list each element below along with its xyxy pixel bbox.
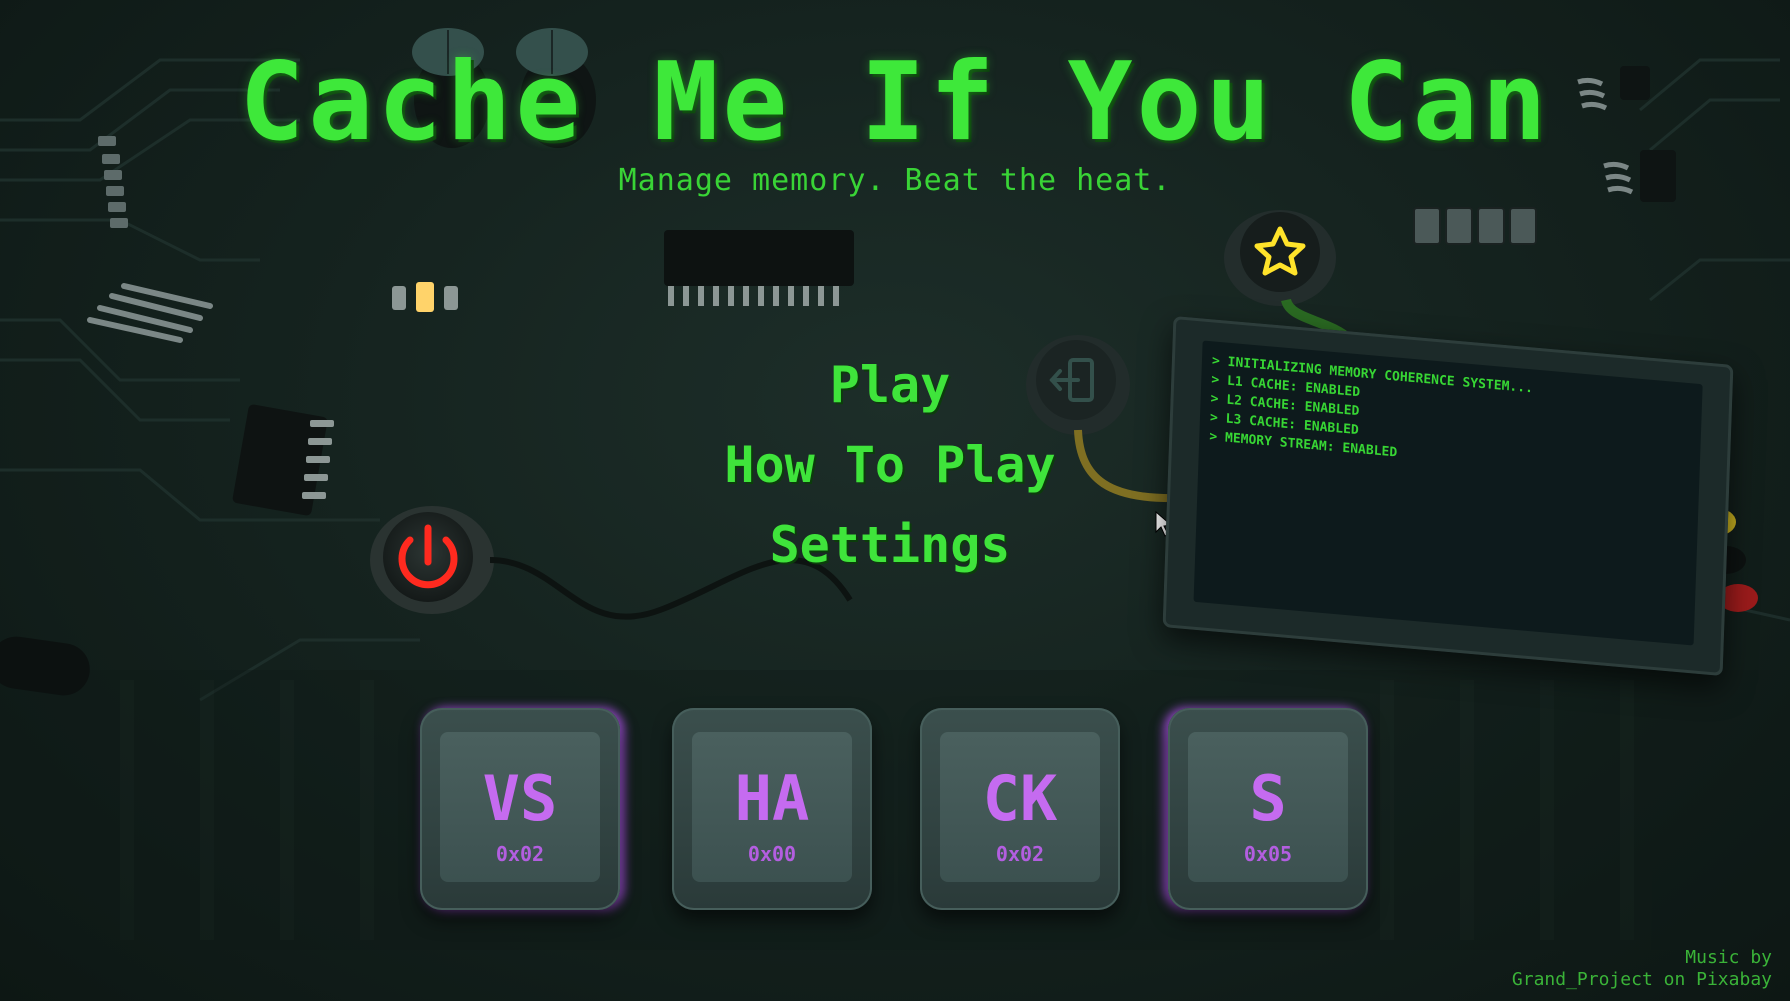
menu-how-to-play-button[interactable]: How To Play (690, 425, 1090, 505)
key-face: S 0x05 (1188, 732, 1348, 882)
memory-chip (664, 230, 854, 306)
ic-chip (232, 404, 334, 516)
led-indicator (392, 282, 458, 312)
terminal-screen: > INITIALIZING MEMORY COHERENCE SYSTEM..… (1193, 340, 1703, 646)
power-button[interactable] (370, 506, 494, 614)
key-face: CK 0x02 (940, 732, 1100, 882)
star-button[interactable] (1224, 210, 1336, 306)
music-credits: Music by Grand_Project on Pixabay (1512, 947, 1772, 991)
key-label: HA (734, 762, 810, 835)
key-face: VS 0x02 (440, 732, 600, 882)
key-ck[interactable]: CK 0x02 (920, 708, 1120, 910)
key-label: S (1249, 762, 1287, 835)
key-hex-value: 0x02 (495, 842, 545, 866)
credits-line: Music by (1685, 947, 1772, 968)
key-vs[interactable]: VS 0x02 (420, 708, 620, 910)
key-s[interactable]: S 0x05 (1168, 708, 1368, 910)
main-menu: Play How To Play Settings (690, 345, 1090, 585)
key-ha[interactable]: HA 0x00 (672, 708, 872, 910)
menu-play-button[interactable]: Play (690, 345, 1090, 425)
game-title: Cache Me If You Can (239, 40, 1551, 165)
pin-strip (87, 283, 213, 343)
key-hex-value: 0x05 (1243, 842, 1293, 866)
key-hex-value: 0x00 (747, 842, 797, 866)
credits-line: Grand_Project on Pixabay (1511, 969, 1772, 990)
key-label: CK (982, 762, 1058, 835)
key-label: VS (482, 762, 558, 835)
game-subtitle: Manage memory. Beat the heat. (618, 163, 1172, 198)
menu-settings-button[interactable]: Settings (690, 505, 1090, 585)
key-face: HA 0x00 (692, 732, 852, 882)
key-hex-value: 0x02 (995, 842, 1045, 866)
terminal-monitor: > INITIALIZING MEMORY COHERENCE SYSTEM..… (1162, 315, 1734, 677)
main-menu-scene: Cache Me If You Can Manage memory. Beat … (0, 0, 1790, 1001)
